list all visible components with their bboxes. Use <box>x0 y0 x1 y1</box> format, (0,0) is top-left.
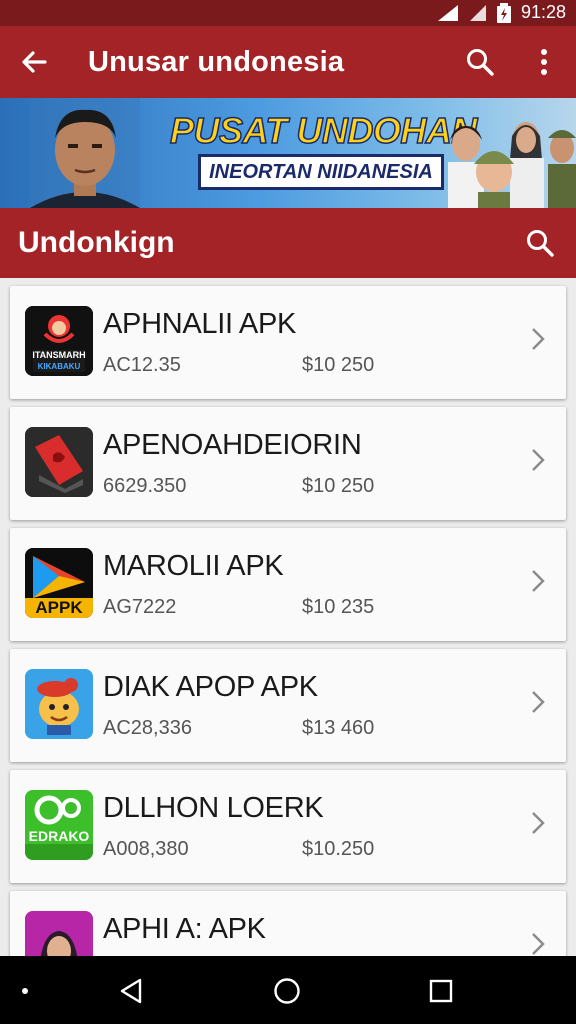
app-icon: APPK <box>25 548 93 618</box>
app-name: DIAK APOP APK <box>103 671 318 703</box>
app-icon-sublabel: KIKABAKU <box>37 362 81 371</box>
app-icon-label: APPK <box>35 598 83 617</box>
chevron-right-icon <box>532 449 545 471</box>
overflow-menu-button[interactable] <box>512 30 576 94</box>
app-icon: ITANSMARH KIKABAKU <box>25 306 93 376</box>
list-item[interactable]: APPK MAROLII APK AG7222 $10 235 <box>10 528 566 641</box>
app-code: AG7222 <box>103 596 177 618</box>
chevron-right-icon <box>532 691 545 713</box>
app-icon <box>25 669 93 739</box>
app-name: APHNALII APK <box>103 308 297 340</box>
list-item[interactable]: APENOAHDEIORIN 6629.350 $10 250 <box>10 407 566 520</box>
list-item[interactable]: ITANSMARH KIKABAKU APHNALII APK AC12.35 … <box>10 286 566 399</box>
banner-subtitle: INEORTAN NIIDANESIA <box>198 154 444 190</box>
chevron-right-icon <box>532 933 545 955</box>
app-name: DLLHON LOERK <box>103 792 324 824</box>
app-price: $10 250 <box>302 354 375 376</box>
app-code: A008,380 <box>103 838 189 860</box>
app-icon <box>25 427 93 497</box>
nav-indicator-dot <box>22 988 28 994</box>
chevron-right-icon <box>532 812 545 834</box>
promo-banner[interactable]: PUSAT UNDOHAN INEORTAN NIIDANESIA <box>0 98 576 208</box>
search-icon <box>467 49 494 76</box>
search-button[interactable] <box>448 30 512 94</box>
list-item[interactable]: EDRAKO DLLHON LOERK A008,380 $10.250 <box>10 770 566 883</box>
app-name: APHI A: APK <box>103 913 266 945</box>
app-price: $10.250 <box>302 838 375 860</box>
list-item[interactable]: DIAK APOP APK AC28,336 $13 460 <box>10 649 566 762</box>
system-nav-bar <box>0 956 576 1024</box>
app-icon: EDRAKO <box>25 790 93 860</box>
app-list: ITANSMARH KIKABAKU APHNALII APK AC12.35 … <box>10 286 566 1012</box>
section-title: Undonkign <box>18 226 175 259</box>
more-vert-icon <box>541 49 547 75</box>
app-name: APENOAHDEIORIN <box>103 429 362 461</box>
search-icon <box>527 230 554 257</box>
recents-square-icon[interactable] <box>429 979 453 1003</box>
status-time: 91:28 <box>520 2 566 22</box>
back-triangle-icon[interactable] <box>118 978 144 1004</box>
status-bar: 91:28 <box>0 0 576 26</box>
app-icon-label: EDRAKO <box>28 828 90 844</box>
chevron-right-icon <box>532 328 545 350</box>
banner-person-image <box>30 98 140 208</box>
app-code: AC12.35 <box>103 354 181 376</box>
back-button[interactable] <box>0 26 68 98</box>
signal-icon <box>437 4 458 21</box>
app-name: MAROLII APK <box>103 550 284 582</box>
back-arrow-icon <box>22 51 47 73</box>
section-search-button[interactable] <box>508 211 572 275</box>
chevron-right-icon <box>532 570 545 592</box>
home-circle-icon[interactable] <box>273 977 301 1005</box>
battery-icon <box>496 2 511 23</box>
app-code: 6629.350 <box>103 475 187 497</box>
wifi-icon <box>469 4 486 21</box>
app-price: $13 460 <box>302 717 375 739</box>
app-bar: Unusar undonesia <box>0 26 576 98</box>
app-price: $10 250 <box>302 475 375 497</box>
app-title: Unusar undonesia <box>88 45 345 78</box>
app-code: AC28,336 <box>103 717 192 739</box>
banner-group-image <box>448 122 576 208</box>
app-icon-label: ITANSMARH <box>32 350 86 360</box>
app-price: $10 235 <box>302 596 375 618</box>
section-header: Undonkign <box>0 208 576 278</box>
